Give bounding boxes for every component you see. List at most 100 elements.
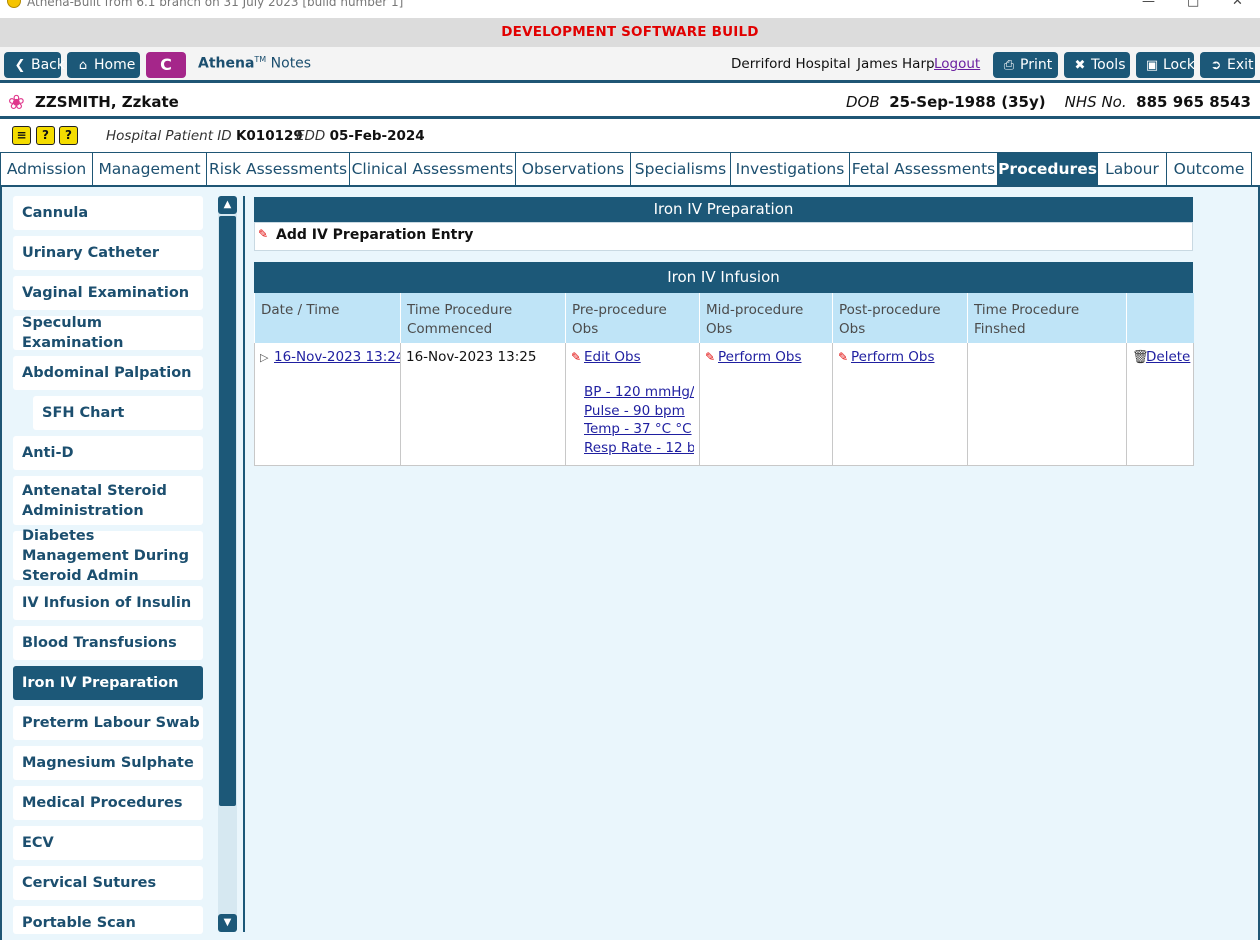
minimize-icon[interactable]: — (1142, 0, 1155, 9)
patient-banner: ❀ ZZSMITH, Zzkate DOB 25-Sep-1988 (35y) … (0, 86, 1260, 119)
col-header-finished: Time Procedure Finshed (967, 293, 1127, 343)
sidebar-item-portable-scan[interactable]: Portable Scan (13, 906, 203, 934)
sidebar-item-magnesium-sulphate[interactable]: Magnesium Sulphate (13, 746, 203, 780)
home-icon: ⌂ (78, 58, 88, 73)
tab-clinical-assessments[interactable]: Clinical Assessments (349, 152, 516, 185)
tab-management[interactable]: Management (92, 152, 207, 185)
col-header-post-obs: Post-procedure Obs (832, 293, 968, 343)
alert-list-icon[interactable]: ≡ (12, 126, 31, 145)
sidebar-item-ecv[interactable]: ECV (13, 826, 203, 860)
sidebar-item-medical-procedures[interactable]: Medical Procedures (13, 786, 203, 820)
obs-bp-link[interactable]: BP - 120 mmHg/80 (584, 383, 694, 402)
scroll-down-icon[interactable]: ▼ (218, 914, 237, 932)
logout-link[interactable]: Logout (934, 56, 980, 72)
alert-question-icon[interactable]: ? (59, 126, 78, 145)
home-button[interactable]: ⌂ Home (67, 52, 140, 78)
table-row: ▷ 16-Nov-2023 13:24 16-Nov-2023 13:25 ✎ Ed… (254, 343, 1194, 466)
dev-build-text: DEVELOPMENT SOFTWARE BUILD (501, 24, 759, 40)
trash-icon[interactable]: 🗑 (1132, 350, 1149, 365)
tab-investigations[interactable]: Investigations (730, 152, 850, 185)
obs-temp-link[interactable]: Temp - 37 °C °C (584, 420, 694, 439)
back-button[interactable]: ❮ Back (4, 52, 65, 78)
sidebar-item-cervical-sutures[interactable]: Cervical Sutures (13, 866, 203, 900)
app-name: AthenaTM Notes (198, 55, 311, 72)
chevron-left-icon: ❮ (14, 58, 26, 73)
app-name-text: Athena (198, 55, 255, 72)
infusion-table: Date / Time Time Procedure Commenced Pre… (254, 293, 1194, 466)
infusion-panel-title: Iron IV Infusion (254, 262, 1193, 293)
hpid-label: Hospital Patient ID (106, 128, 232, 144)
sidebar-item-cannula[interactable]: Cannula (13, 196, 203, 230)
app-tm: TM (254, 55, 267, 64)
perform-mid-obs-link[interactable]: Perform Obs (718, 349, 802, 365)
sidebar-divider (243, 196, 245, 932)
scrollbar-thumb[interactable] (219, 216, 236, 806)
scroll-up-icon[interactable]: ▲ (218, 196, 237, 214)
tools-button[interactable]: ✖ Tools (1064, 52, 1130, 78)
sidebar-item-iv-infusion-insulin[interactable]: IV Infusion of Insulin (13, 586, 203, 620)
sidebar-item-anti-d[interactable]: Anti-D (13, 436, 203, 470)
print-button[interactable]: ⎙ Print (993, 52, 1058, 78)
cell-finished (967, 343, 1127, 466)
sidebar-item-blood-transfusions[interactable]: Blood Transfusions (13, 626, 203, 660)
tab-risk-assessments[interactable]: Risk Assessments (206, 152, 350, 185)
hospital-name: Derriford Hospital (731, 56, 851, 72)
expand-icon[interactable]: ▷ (260, 351, 274, 364)
prep-panel-body: ✎ Add IV Preparation Entry (254, 222, 1193, 251)
add-iv-preparation-entry[interactable]: Add IV Preparation Entry (276, 227, 473, 243)
sidebar-item-antenatal-steroid[interactable]: Antenatal Steroid Administration (13, 476, 203, 525)
patient-identifiers: DOB 25-Sep-1988 (35y) NHS No. 885 965 85… (846, 93, 1251, 111)
sidebar-item-vaginal-examination[interactable]: Vaginal Examination (13, 276, 203, 310)
lock-label: Lock (1163, 57, 1195, 73)
home-label: Home (94, 57, 136, 73)
obs-resp-rate-link[interactable]: Resp Rate - 12 brea (584, 439, 694, 458)
c-button[interactable]: C (146, 52, 186, 78)
sidebar-item-preterm-labour-swab[interactable]: Preterm Labour Swab (13, 706, 203, 740)
pencil-icon: ✎ (258, 227, 269, 241)
exit-label: Exit (1227, 57, 1254, 73)
perform-post-obs-link[interactable]: Perform Obs (851, 349, 935, 365)
col-header-mid-obs: Mid-procedure Obs (699, 293, 833, 343)
print-label: Print (1020, 57, 1053, 73)
tab-specialisms[interactable]: Specialisms (630, 152, 731, 185)
tab-labour[interactable]: Labour (1097, 152, 1167, 185)
tab-observations[interactable]: Observations (515, 152, 631, 185)
pencil-icon: ✎ (705, 350, 716, 364)
obs-pulse-link[interactable]: Pulse - 90 bpm (584, 402, 694, 421)
user-name: James Harp (857, 56, 935, 72)
maximize-icon[interactable]: □ (1187, 0, 1199, 9)
sidebar-item-iron-iv-preparation[interactable]: Iron IV Preparation (13, 666, 203, 700)
lock-button[interactable]: ▣ Lock (1136, 52, 1195, 78)
tab-procedures[interactable]: Procedures (997, 152, 1098, 185)
sidebar-item-speculum-examination[interactable]: Speculum Examination (13, 315, 203, 351)
exit-button[interactable]: ➲ Exit (1200, 52, 1255, 78)
tab-admission[interactable]: Admission (0, 152, 93, 185)
dob-label: DOB (846, 93, 880, 111)
patient-name: ZZSMITH, Zzkate (35, 93, 179, 111)
alert-question-icon[interactable]: ? (36, 126, 55, 145)
pencil-icon: ✎ (571, 350, 582, 364)
lock-icon: ▣ (1145, 58, 1159, 73)
pencil-icon: ✎ (838, 350, 849, 364)
tab-outcome[interactable]: Outcome (1166, 152, 1252, 185)
sidebar-item-urinary-catheter[interactable]: Urinary Catheter (13, 236, 203, 270)
close-icon[interactable]: ✕ (1232, 0, 1243, 9)
sidebar-scrollbar[interactable]: ▲ ▼ (218, 196, 237, 932)
delete-link[interactable]: Delete (1146, 349, 1190, 365)
edit-obs-link[interactable]: Edit Obs (584, 349, 641, 365)
cell-mid-obs: ✎ Perform Obs (699, 343, 833, 466)
edd: EDD 05-Feb-2024 (296, 128, 425, 144)
dev-build-banner: DEVELOPMENT SOFTWARE BUILD (0, 18, 1260, 47)
sidebar-item-diabetes-management[interactable]: Diabetes Management During Steroid Admin (13, 528, 203, 584)
tab-fetal-assessments[interactable]: Fetal Assessments (849, 152, 998, 185)
cell-post-obs: ✎ Perform Obs (832, 343, 968, 466)
exit-icon: ➲ (1210, 58, 1222, 73)
nhs-value: 885 965 8543 (1136, 93, 1251, 111)
sidebar-item-abdominal-palpation[interactable]: Abdominal Palpation (13, 356, 203, 390)
edd-value: 05-Feb-2024 (329, 128, 425, 144)
flower-icon: ❀ (8, 90, 25, 114)
dob-value: 25-Sep-1988 (35y) (889, 93, 1046, 111)
datetime-link[interactable]: 16-Nov-2023 13:24 (274, 349, 400, 365)
sidebar-item-sfh-chart[interactable]: SFH Chart (33, 396, 203, 430)
table-header-row: Date / Time Time Procedure Commenced Pre… (254, 293, 1194, 343)
